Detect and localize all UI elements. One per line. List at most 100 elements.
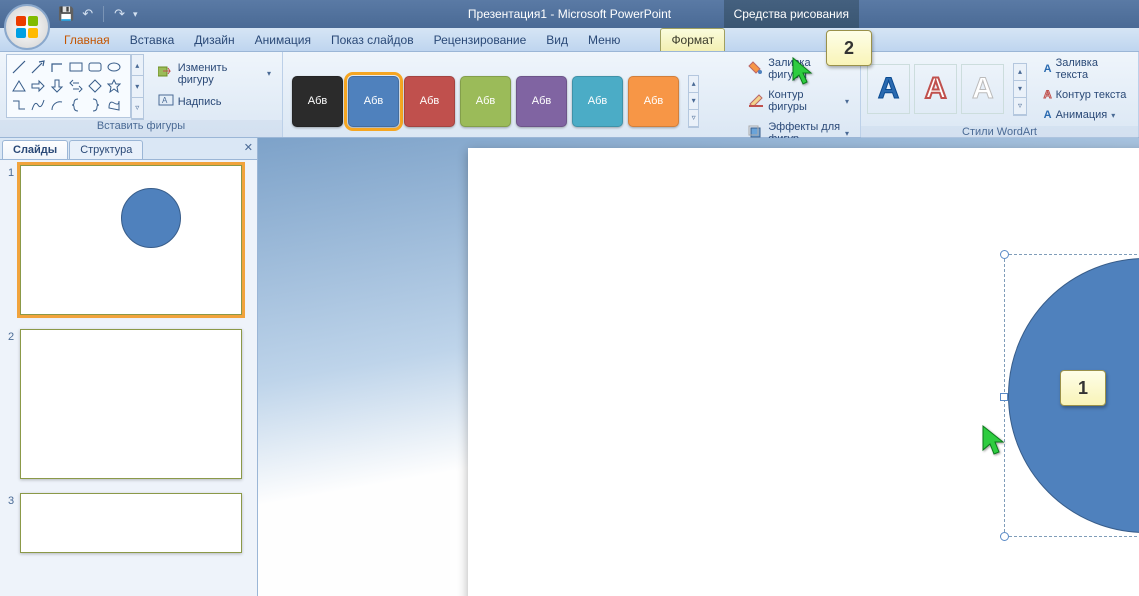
slide-editor[interactable]	[258, 138, 1139, 596]
panel-close-icon[interactable]: ✕	[244, 141, 253, 154]
shape-arrow-icon[interactable]	[29, 58, 46, 75]
tab-design[interactable]: Дизайн	[184, 29, 244, 51]
tab-home[interactable]: Главная	[54, 29, 120, 51]
svg-text:A: A	[162, 96, 168, 105]
save-icon[interactable]: 💾	[58, 6, 74, 22]
text-fill-icon: A	[1044, 63, 1052, 75]
resize-handle-sw[interactable]	[1000, 532, 1009, 541]
outline-icon	[748, 93, 764, 110]
shapes-gallery-scroll: ▴ ▾ ▿	[131, 54, 144, 120]
slide-number: 3	[8, 495, 14, 553]
wa-scroll-up-icon[interactable]: ▴	[1014, 64, 1025, 81]
shape-triangle-icon[interactable]	[10, 77, 27, 94]
resize-handle-w[interactable]	[1000, 393, 1008, 401]
fill-icon	[748, 61, 764, 78]
ribbon: ▴ ▾ ▿ Изменить фигуру ▾ A Надпи	[0, 52, 1139, 138]
shape-style-swatch-6[interactable]: Абв	[572, 76, 623, 127]
shape-line-icon[interactable]	[10, 58, 27, 75]
group-insert-shapes-label: Вставить фигуры	[0, 120, 282, 137]
textbox-icon: A	[158, 94, 174, 111]
shapes-scroll-down-icon[interactable]: ▾	[132, 76, 143, 97]
wordart-scroll: ▴ ▾ ▿	[1013, 63, 1026, 116]
style-scroll-up-icon[interactable]: ▴	[689, 76, 698, 93]
tab-review[interactable]: Рецензирование	[424, 29, 537, 51]
group-insert-shapes: ▴ ▾ ▿ Изменить фигуру ▾ A Надпи	[0, 52, 283, 137]
group-shape-styles: АбвАбвАбвАбвАбвАбвАбв ▴ ▾ ▿ Заливка фигу…	[283, 52, 861, 137]
shape-style-swatch-4[interactable]: Абв	[460, 76, 511, 127]
shapes-more-icon[interactable]: ▿	[132, 98, 143, 119]
shape-star-icon[interactable]	[105, 77, 122, 94]
text-anim-button[interactable]: A Анимация ▾	[1039, 106, 1132, 124]
text-anim-icon: A	[1044, 109, 1052, 121]
text-outline-button[interactable]: A Контур текста	[1039, 86, 1132, 104]
group-wordart-styles: A A A ▴ ▾ ▿ A Заливка текста A Контур те…	[861, 52, 1139, 137]
cursor-icon	[790, 56, 818, 95]
shape-right-arrow-icon[interactable]	[29, 77, 46, 94]
shape-style-swatch-2[interactable]: Абв	[348, 76, 399, 127]
slides-panel: Слайды Структура ✕ 1 2 3	[0, 138, 258, 596]
shape-ellipse-icon[interactable]	[105, 58, 122, 75]
shape-rect-icon[interactable]	[67, 58, 84, 75]
text-outline-label: Контур текста	[1056, 89, 1127, 101]
text-anim-label: Анимация	[1056, 109, 1108, 121]
wordart-style-2[interactable]: A	[914, 64, 957, 114]
textbox-button[interactable]: A Надпись	[153, 91, 276, 114]
shape-2arrow-icon[interactable]	[67, 77, 84, 94]
tab-slideshow[interactable]: Показ слайдов	[321, 29, 424, 51]
outline-tab[interactable]: Структура	[69, 140, 143, 159]
shape-brace2-icon[interactable]	[86, 96, 103, 113]
undo-icon[interactable]: ↶	[82, 6, 93, 22]
shape-diamond-icon[interactable]	[86, 77, 103, 94]
qat-dropdown-icon[interactable]: ▾	[133, 9, 138, 20]
style-scroll-down-icon[interactable]: ▾	[689, 93, 698, 110]
slide-thumb-1[interactable]	[20, 165, 242, 315]
quick-access-toolbar: 💾 ↶ ↷ ▾	[58, 3, 138, 25]
tab-animation[interactable]: Анимация	[245, 29, 321, 51]
context-tab-label: Средства рисования	[724, 0, 859, 28]
slide-number: 2	[8, 331, 14, 479]
slide-thumb-2[interactable]	[20, 329, 242, 479]
shape-style-swatch-7[interactable]: Абв	[628, 76, 679, 127]
thumbnails-list[interactable]: 1 2 3	[0, 160, 257, 572]
shape-curve-icon[interactable]	[29, 96, 46, 113]
shape-down-arrow-icon[interactable]	[48, 77, 65, 94]
shape-arc-icon[interactable]	[48, 96, 65, 113]
resize-handle-nw[interactable]	[1000, 250, 1009, 259]
text-fill-button[interactable]: A Заливка текста	[1039, 54, 1132, 84]
shape-style-swatch-3[interactable]: Абв	[404, 76, 455, 127]
shape-style-swatch-5[interactable]: Абв	[516, 76, 567, 127]
callout-2: 2	[826, 30, 872, 66]
slides-tab[interactable]: Слайды	[2, 140, 68, 159]
shape-style-swatch-1[interactable]: Абв	[292, 76, 343, 127]
group-wordart-label: Стили WordArt	[861, 126, 1138, 138]
tab-insert[interactable]: Вставка	[120, 29, 185, 51]
slide-thumb-3[interactable]	[20, 493, 242, 553]
shape-z-connector-icon[interactable]	[10, 96, 27, 113]
wordart-style-3[interactable]: A	[961, 64, 1004, 114]
tab-view[interactable]: Вид	[536, 29, 578, 51]
tab-menu[interactable]: Меню	[578, 29, 630, 51]
panel-tabs: Слайды Структура ✕	[0, 138, 257, 160]
edit-shape-button[interactable]: Изменить фигуру ▾	[153, 59, 276, 89]
slide-number: 1	[8, 167, 14, 315]
redo-icon[interactable]: ↷	[114, 6, 125, 22]
shape-freeform-icon[interactable]	[105, 96, 122, 113]
wa-more-icon[interactable]: ▿	[1014, 98, 1025, 115]
wordart-style-1[interactable]: A	[867, 64, 910, 114]
shape-l-connector-icon[interactable]	[48, 58, 65, 75]
text-outline-icon: A	[1044, 89, 1052, 101]
dropdown-icon: ▾	[845, 129, 849, 138]
office-button[interactable]	[4, 4, 50, 50]
tab-format[interactable]: Формат	[660, 28, 725, 51]
content-area: Слайды Структура ✕ 1 2 3	[0, 138, 1139, 596]
shapes-scroll-up-icon[interactable]: ▴	[132, 55, 143, 76]
style-more-icon[interactable]: ▿	[689, 110, 698, 127]
wa-scroll-down-icon[interactable]: ▾	[1014, 81, 1025, 98]
shape-brace-icon[interactable]	[67, 96, 84, 113]
shape-roundrect-icon[interactable]	[86, 58, 103, 75]
dropdown-icon: ▾	[1111, 111, 1115, 120]
shapes-gallery[interactable]: ▴ ▾ ▿	[6, 54, 131, 118]
edit-shape-label: Изменить фигуру	[178, 62, 263, 86]
slide-canvas[interactable]	[468, 148, 1139, 596]
callout-1: 1	[1060, 370, 1106, 406]
